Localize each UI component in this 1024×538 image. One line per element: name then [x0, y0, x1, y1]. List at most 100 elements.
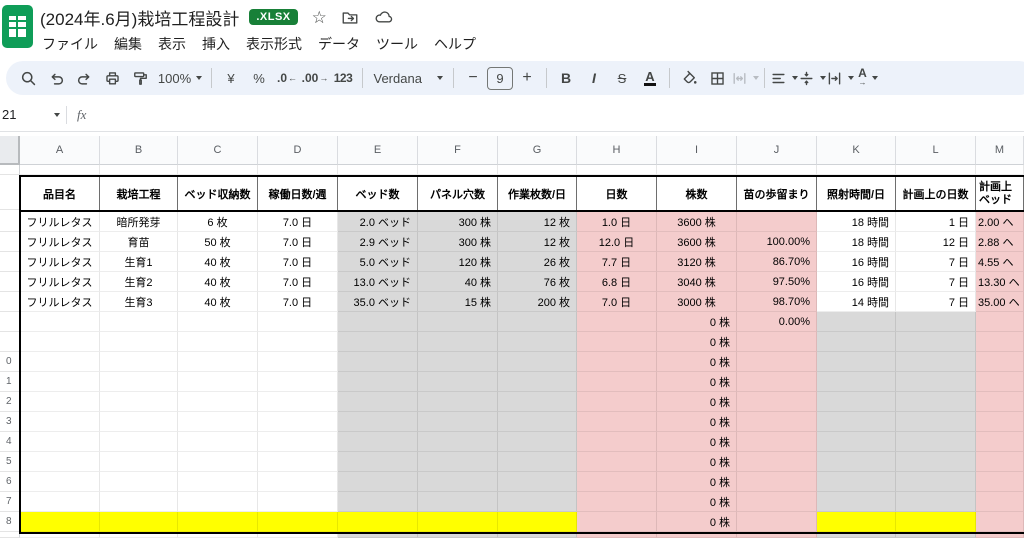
text-wrap-button[interactable]	[826, 65, 854, 91]
cell-G19[interactable]	[498, 534, 577, 538]
cell-G16[interactable]	[498, 472, 577, 492]
cell-D19[interactable]	[258, 534, 338, 538]
cell-E14[interactable]	[338, 432, 418, 452]
more-formats-button[interactable]: 123	[329, 65, 357, 91]
cell-J19[interactable]	[737, 534, 817, 538]
cell-C14[interactable]	[178, 432, 258, 452]
redo-button[interactable]	[70, 65, 98, 91]
cell-L18[interactable]	[896, 512, 976, 532]
cell-D8[interactable]	[258, 312, 338, 332]
cell-F14[interactable]	[418, 432, 498, 452]
cell-F4[interactable]: 300 株	[418, 232, 498, 252]
cell-J10[interactable]	[737, 352, 817, 372]
cell-D5[interactable]: 7.0 日	[258, 252, 338, 272]
cell-L11[interactable]	[896, 372, 976, 392]
cell-E19[interactable]	[338, 534, 418, 538]
cell-H4[interactable]: 12.0 日	[577, 232, 657, 252]
cell-D12[interactable]	[258, 392, 338, 412]
row-header-4[interactable]	[0, 232, 20, 252]
cell-G5[interactable]: 26 枚	[498, 252, 577, 272]
cell-J5[interactable]: 86.70%	[737, 252, 817, 272]
cell-F15[interactable]	[418, 452, 498, 472]
cell-M4[interactable]: 2.88 ヘ	[976, 232, 1024, 252]
cell-K12[interactable]	[817, 392, 896, 412]
row-header-17[interactable]: 7	[0, 492, 20, 512]
cell-H7[interactable]: 7.0 日	[577, 292, 657, 312]
cell-I1[interactable]	[657, 165, 737, 175]
cell-L5[interactable]: 7 日	[896, 252, 976, 272]
cell-F5[interactable]: 120 株	[418, 252, 498, 272]
cell-H15[interactable]	[577, 452, 657, 472]
print-button[interactable]	[98, 65, 126, 91]
cell-H13[interactable]	[577, 412, 657, 432]
cell-D1[interactable]	[258, 165, 338, 175]
cell-H8[interactable]	[577, 312, 657, 332]
cell-C12[interactable]	[178, 392, 258, 412]
cell-M7[interactable]: 35.00 ヘ	[976, 292, 1024, 312]
cell-H18[interactable]	[577, 512, 657, 532]
cell-F18[interactable]	[418, 512, 498, 532]
cell-M14[interactable]	[976, 432, 1024, 452]
cell-B8[interactable]	[100, 312, 178, 332]
column-header-L[interactable]: L	[896, 136, 976, 165]
cell-C13[interactable]	[178, 412, 258, 432]
row-header-3[interactable]	[0, 212, 20, 232]
cell-C15[interactable]	[178, 452, 258, 472]
cell-A3[interactable]: フリルレタス	[20, 212, 100, 232]
cell-L6[interactable]: 7 日	[896, 272, 976, 292]
cloud-status-icon[interactable]	[373, 8, 393, 26]
select-all-corner[interactable]	[0, 136, 20, 165]
menu-item-edit[interactable]: 編集	[106, 30, 150, 58]
row-header-14[interactable]: 4	[0, 432, 20, 452]
cell-J7[interactable]: 98.70%	[737, 292, 817, 312]
zoom-select[interactable]: 100%	[154, 65, 206, 91]
font-size-input[interactable]: 9	[487, 66, 513, 90]
cell-C11[interactable]	[178, 372, 258, 392]
cell-M12[interactable]	[976, 392, 1024, 412]
column-header-J[interactable]: J	[737, 136, 817, 165]
cell-K14[interactable]	[817, 432, 896, 452]
cell-F1[interactable]	[418, 165, 498, 175]
cell-D3[interactable]: 7.0 日	[258, 212, 338, 232]
cell-F9[interactable]	[418, 332, 498, 352]
strikethrough-button[interactable]: S	[608, 65, 636, 91]
cell-L19[interactable]	[896, 534, 976, 538]
cell-G9[interactable]	[498, 332, 577, 352]
menu-item-data[interactable]: データ	[310, 30, 368, 58]
cell-L12[interactable]	[896, 392, 976, 412]
cell-M1[interactable]	[976, 165, 1024, 175]
cell-L15[interactable]	[896, 452, 976, 472]
cell-D15[interactable]	[258, 452, 338, 472]
cell-C8[interactable]	[178, 312, 258, 332]
cell-I10[interactable]: 0 株	[657, 352, 737, 372]
format-percent-button[interactable]: %	[245, 65, 273, 91]
cell-L4[interactable]: 12 日	[896, 232, 976, 252]
font-family-select[interactable]: Verdana	[368, 65, 448, 91]
cell-H17[interactable]	[577, 492, 657, 512]
cell-A11[interactable]	[20, 372, 100, 392]
cell-H19[interactable]	[577, 534, 657, 538]
cell-L14[interactable]	[896, 432, 976, 452]
cell-M2[interactable]: 計画上 ベッド	[976, 177, 1024, 210]
cell-G2[interactable]: 作業枚数/日	[498, 177, 577, 210]
cell-E6[interactable]: 13.0 ベッド	[338, 272, 418, 292]
cell-B10[interactable]	[100, 352, 178, 372]
cell-J3[interactable]	[737, 212, 817, 232]
cell-J1[interactable]	[737, 165, 817, 175]
cell-G11[interactable]	[498, 372, 577, 392]
menu-item-file[interactable]: ファイル	[34, 30, 106, 58]
cell-C1[interactable]	[178, 165, 258, 175]
cell-I4[interactable]: 3600 株	[657, 232, 737, 252]
row-header-6[interactable]	[0, 272, 20, 292]
cell-K11[interactable]	[817, 372, 896, 392]
cell-L1[interactable]	[896, 165, 976, 175]
cell-E17[interactable]	[338, 492, 418, 512]
cell-I13[interactable]: 0 株	[657, 412, 737, 432]
decrease-font-size-button[interactable]: −	[459, 65, 487, 91]
row-header-15[interactable]: 5	[0, 452, 20, 472]
fill-color-button[interactable]	[675, 65, 703, 91]
cell-C4[interactable]: 50 枚	[178, 232, 258, 252]
cell-B1[interactable]	[100, 165, 178, 175]
cell-G12[interactable]	[498, 392, 577, 412]
cell-B11[interactable]	[100, 372, 178, 392]
